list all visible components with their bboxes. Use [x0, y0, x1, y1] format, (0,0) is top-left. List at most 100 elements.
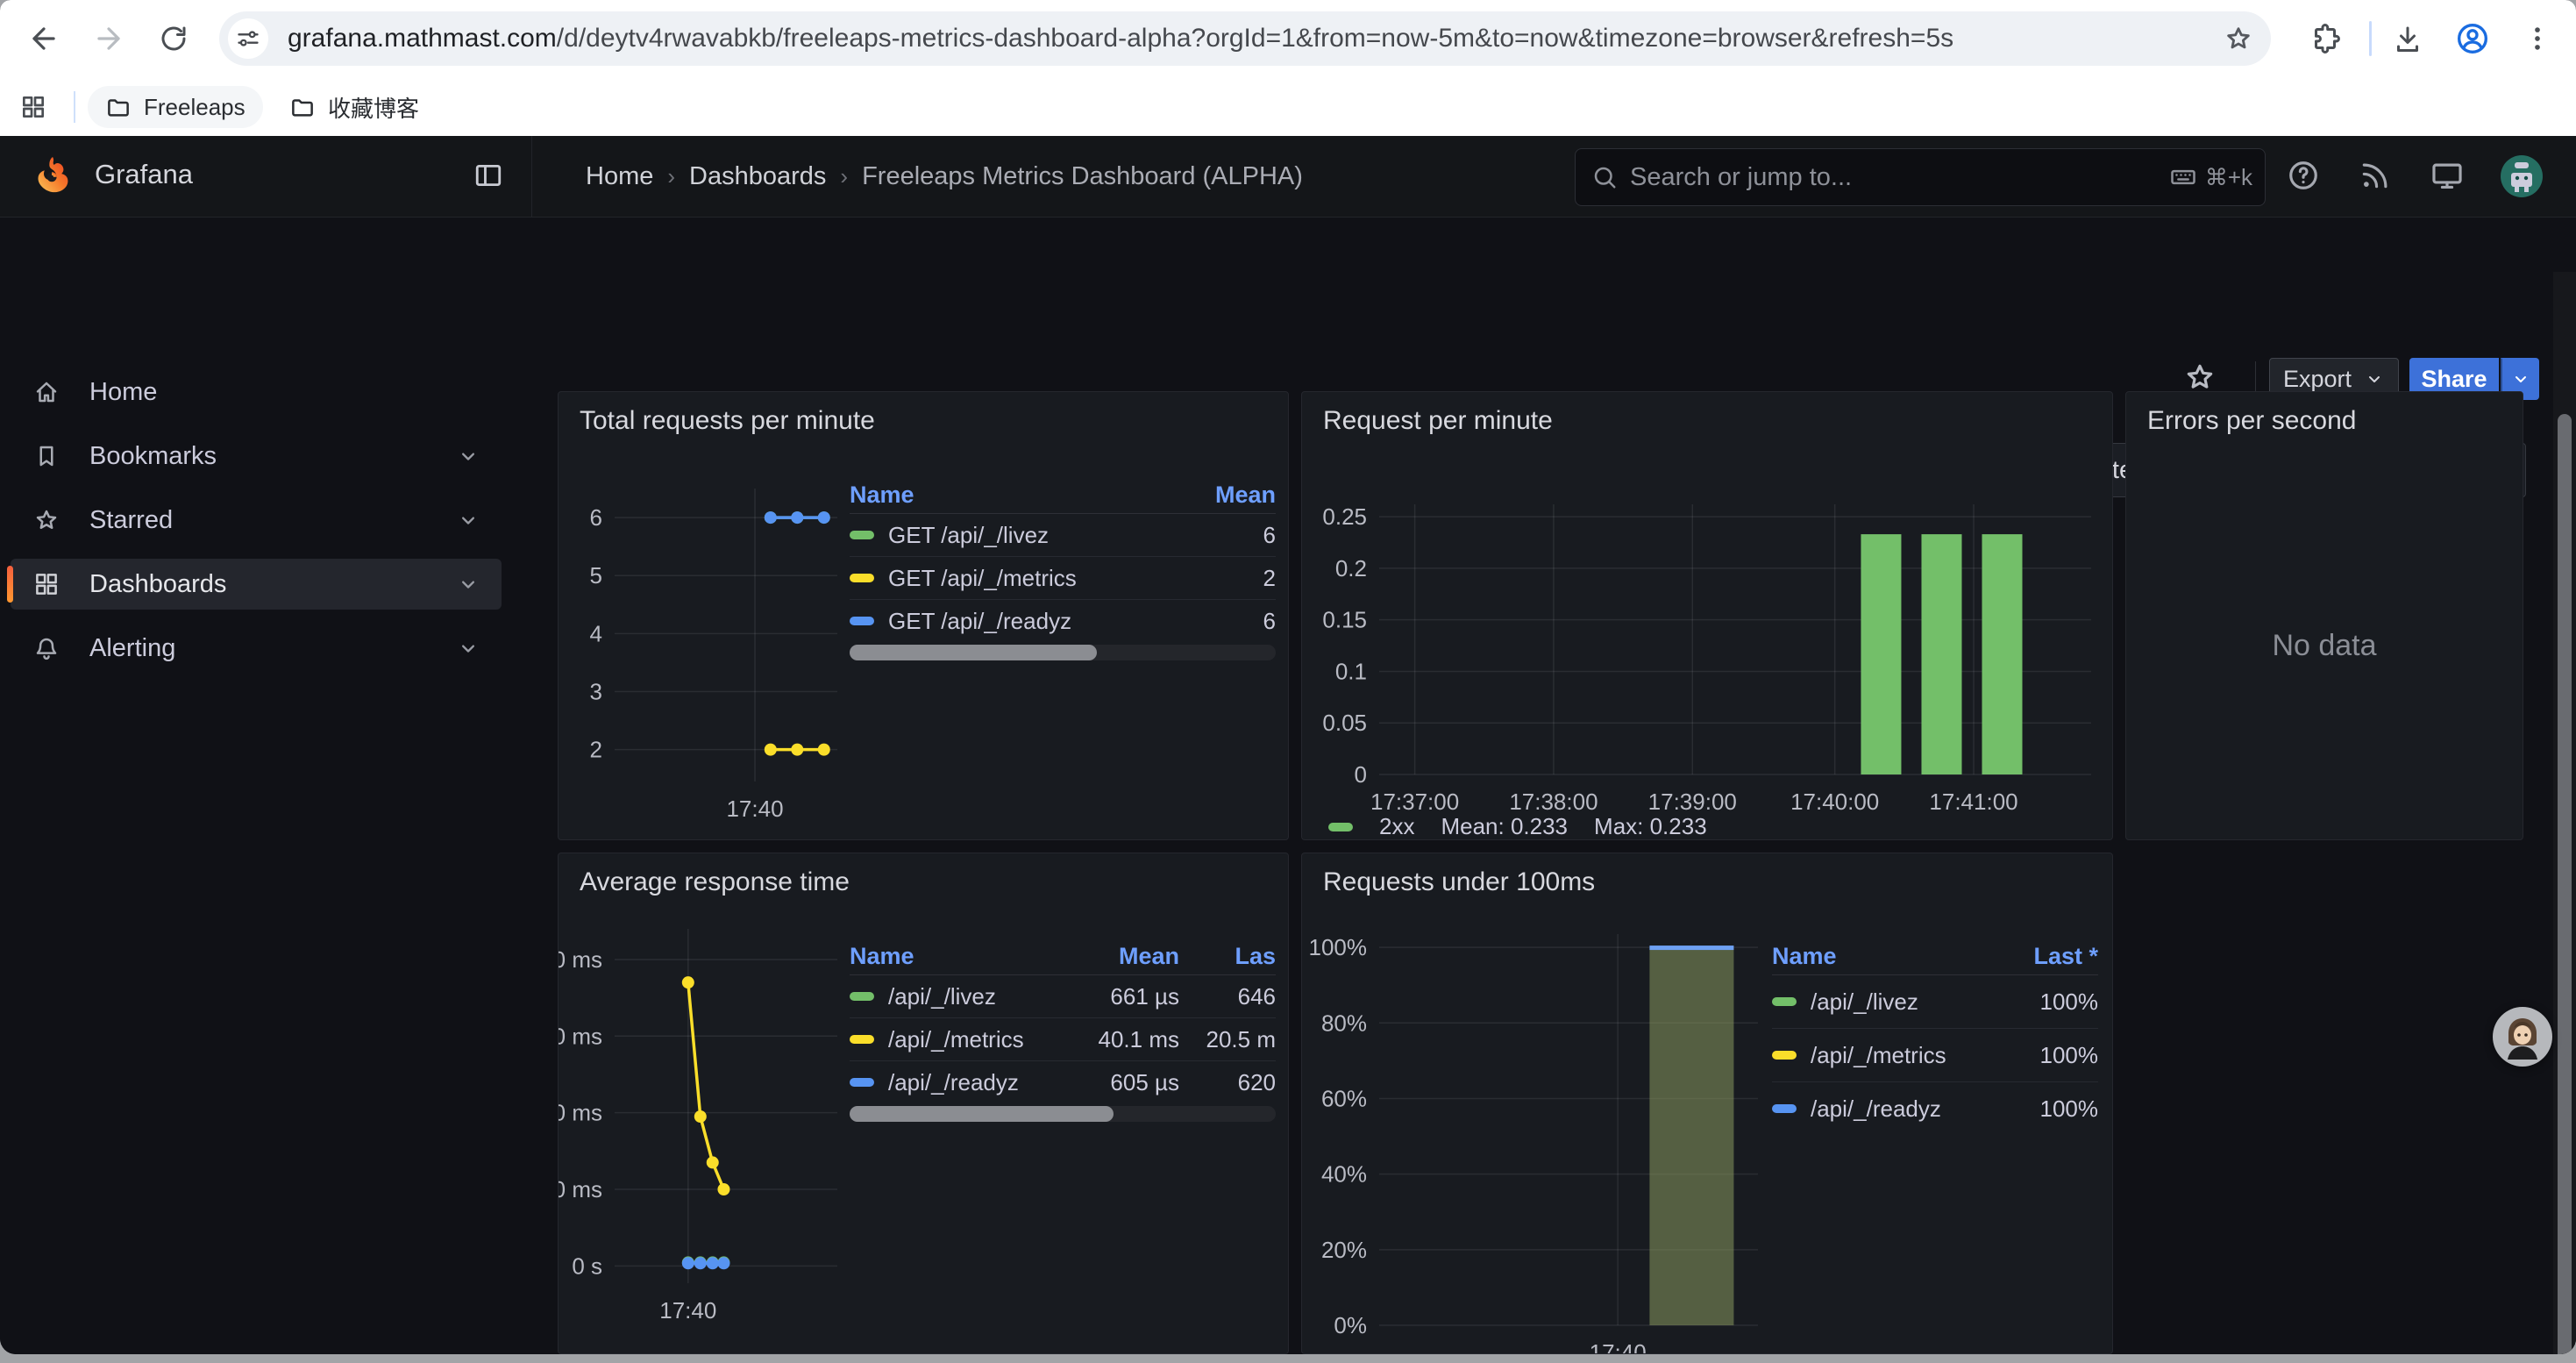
chevron-down-icon[interactable]: [456, 508, 480, 532]
monitor-icon[interactable]: [2430, 159, 2464, 192]
svg-text:20 ms: 20 ms: [559, 1176, 602, 1202]
apps-grid-icon[interactable]: [19, 93, 47, 121]
bar-chart: 0.250.20.150.10.05017:37:0017:38:0017:39…: [1302, 392, 2113, 840]
legend-header: Name Last *: [1772, 938, 2098, 975]
bookmark-folder-freeleaps[interactable]: Freeleaps: [88, 86, 263, 128]
toolbar-separator: [2369, 21, 2372, 56]
search-icon: [1591, 164, 1618, 190]
home-icon: [33, 379, 60, 405]
svg-text:5: 5: [590, 562, 602, 589]
sidebar-toggle-icon[interactable]: [473, 161, 503, 190]
chevron-down-icon: [2510, 368, 2531, 389]
breadcrumb-home[interactable]: Home: [586, 162, 653, 191]
series-swatch: [1772, 1104, 1797, 1113]
sidebar-item-bookmarks[interactable]: Bookmarks: [11, 431, 502, 482]
svg-text:0.05: 0.05: [1322, 710, 1367, 736]
series-swatch: [850, 1078, 874, 1087]
legend-table: Name Last * /api/_/livez 100% /api/_/met…: [1772, 938, 2098, 1135]
legend-row[interactable]: GET /api/_/metrics 2: [850, 557, 1276, 600]
sidebar-item-dashboards[interactable]: Dashboards: [11, 559, 502, 610]
sidebar-item-alerting[interactable]: Alerting: [11, 623, 502, 674]
profile-icon[interactable]: [2453, 19, 2492, 58]
svg-text:0.15: 0.15: [1322, 607, 1367, 633]
forward-button[interactable]: [89, 19, 128, 58]
dashboards-grid-icon: [33, 571, 60, 597]
svg-text:17:40: 17:40: [1590, 1339, 1647, 1354]
legend-row[interactable]: /api/_/readyz 100%: [1772, 1082, 2098, 1135]
timeseries-chart: 80 ms60 ms40 ms20 ms0 s17:40: [559, 853, 1289, 1354]
news-rss-icon[interactable]: [2359, 159, 2392, 192]
grafana-logo[interactable]: [33, 155, 72, 194]
back-button[interactable]: [25, 19, 63, 58]
panel-title[interactable]: Errors per second: [2147, 406, 2356, 436]
page-scrollbar-thumb[interactable]: [2558, 414, 2572, 1354]
no-data-message: No data: [2126, 629, 2523, 663]
svg-text:40%: 40%: [1321, 1161, 1367, 1188]
legend-scrollbar[interactable]: [850, 1106, 1276, 1122]
svg-text:17:40:00: 17:40:00: [1790, 789, 1879, 815]
url-text: grafana.mathmast.com/d/deytv4rwavabkb/fr…: [288, 24, 2224, 54]
browser-menu-icon[interactable]: [2518, 19, 2557, 58]
legend-row[interactable]: /api/_/livez 100%: [1772, 975, 2098, 1029]
series-swatch: [850, 531, 874, 539]
browser-toolbar: grafana.mathmast.com/d/deytv4rwavabkb/fr…: [0, 0, 2576, 77]
address-bar[interactable]: grafana.mathmast.com/d/deytv4rwavabkb/fr…: [219, 11, 2271, 66]
legend-row[interactable]: /api/_/readyz 605 µs 620: [850, 1061, 1276, 1103]
grafana-wordmark: Grafana: [95, 159, 193, 190]
legend-scrollbar[interactable]: [850, 645, 1276, 660]
site-info-icon[interactable]: [228, 18, 268, 59]
page-scrollbar-track[interactable]: [2553, 272, 2576, 1354]
bookmarks-bar: Freeleaps 收藏博客: [0, 77, 2576, 136]
extensions-icon[interactable]: [2306, 19, 2345, 58]
series-swatch: [1772, 1051, 1797, 1060]
sidebar-item-home[interactable]: Home: [11, 367, 502, 417]
sidebar-item-starred[interactable]: Starred: [11, 495, 502, 546]
bell-icon: [33, 635, 60, 661]
svg-text:17:40: 17:40: [659, 1297, 716, 1324]
legend-row[interactable]: /api/_/metrics 40.1 ms 20.5 m: [850, 1018, 1276, 1061]
favorite-dashboard-icon[interactable]: [2183, 360, 2217, 394]
svg-text:17:41:00: 17:41:00: [1929, 789, 2017, 815]
svg-text:3: 3: [590, 678, 602, 704]
panel-requests-under-100ms: Requests under 100ms 100%80%60%40%20%0%1…: [1301, 853, 2113, 1354]
svg-text:0.2: 0.2: [1335, 555, 1367, 582]
breadcrumb-chevron: ›: [840, 163, 848, 190]
svg-text:60%: 60%: [1321, 1085, 1367, 1111]
floating-assistant-avatar[interactable]: [2493, 1007, 2552, 1067]
bookmark-icon: [33, 443, 60, 469]
svg-text:2: 2: [590, 737, 602, 763]
chevron-down-icon[interactable]: [456, 636, 480, 660]
panel-errors-per-second: Errors per second No data: [2125, 391, 2523, 840]
svg-text:0.1: 0.1: [1335, 658, 1367, 684]
breadcrumb-dashboards[interactable]: Dashboards: [689, 162, 826, 191]
legend-inline[interactable]: 2xx Mean: 0.233 Max: 0.233: [1328, 813, 1707, 840]
svg-text:17:40: 17:40: [726, 796, 783, 822]
star-icon: [33, 507, 60, 533]
grafana-header: Grafana Home › Dashboards › Freeleaps Me…: [0, 136, 2576, 218]
legend-row[interactable]: /api/_/metrics 100%: [1772, 1029, 2098, 1082]
series-swatch: [1328, 823, 1353, 831]
svg-text:20%: 20%: [1321, 1237, 1367, 1263]
chevron-down-icon[interactable]: [456, 572, 480, 596]
legend-row[interactable]: /api/_/livez 661 µs 646: [850, 975, 1276, 1018]
bookmark-folder-blogs[interactable]: 收藏博客: [272, 86, 437, 128]
legend-row[interactable]: GET /api/_/livez 6: [850, 514, 1276, 557]
user-avatar[interactable]: [2501, 155, 2543, 197]
bookmarks-separator: [74, 91, 75, 123]
svg-text:17:37:00: 17:37:00: [1370, 789, 1459, 815]
svg-text:0: 0: [1355, 761, 1367, 788]
legend-row[interactable]: GET /api/_/readyz 6: [850, 600, 1276, 642]
reload-button[interactable]: [154, 19, 193, 58]
svg-text:4: 4: [590, 620, 602, 646]
help-icon[interactable]: [2287, 159, 2320, 192]
search-input[interactable]: Search or jump to... ⌘+k: [1575, 148, 2266, 206]
series-swatch: [850, 992, 874, 1001]
bookmark-star-icon[interactable]: [2224, 24, 2253, 54]
svg-text:6: 6: [590, 504, 602, 531]
downloads-icon[interactable]: [2388, 19, 2427, 58]
header-divider: [531, 136, 532, 217]
chevron-down-icon[interactable]: [456, 444, 480, 468]
keyboard-icon: [2170, 164, 2196, 190]
browser-window: grafana.mathmast.com/d/deytv4rwavabkb/fr…: [0, 0, 2576, 1354]
panel-request-per-minute: Request per minute 0.250.20.150.10.05017…: [1301, 391, 2113, 840]
